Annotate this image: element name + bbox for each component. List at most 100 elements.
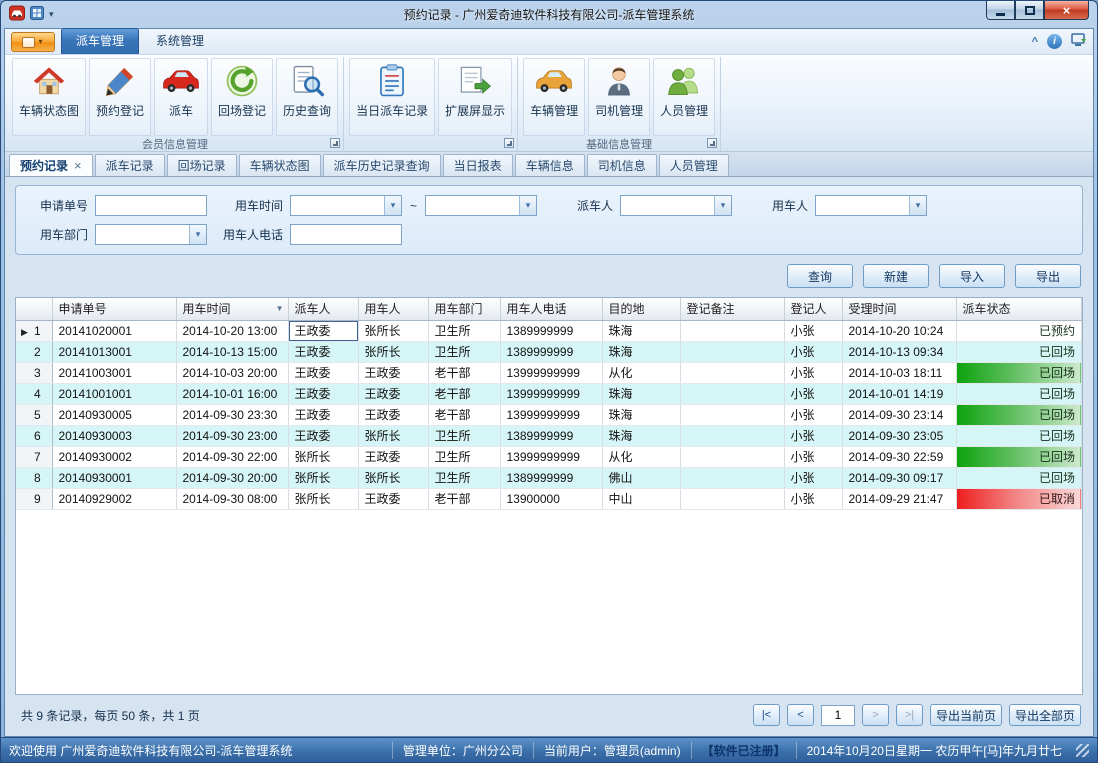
- ribbon-button-vehicle-status-chart[interactable]: 车辆状态图: [12, 58, 86, 136]
- yellow-car-icon: [535, 63, 573, 99]
- dispatch-status-cell: 已回场: [956, 341, 1082, 362]
- app-menu-icon: [23, 38, 34, 47]
- app-menu-button[interactable]: ▾: [11, 32, 55, 52]
- doc-tab-dispatch-history-query[interactable]: 派车历史记录查询: [323, 154, 441, 176]
- chevron-down-icon[interactable]: ▾: [714, 196, 731, 215]
- prev-page-button[interactable]: <: [787, 704, 814, 726]
- column-header-use-time[interactable]: 用车时间▼: [176, 298, 288, 320]
- column-header-accept-time[interactable]: 受理时间: [842, 298, 956, 320]
- filter-user-phone-input[interactable]: [290, 224, 402, 245]
- quick-access-icon[interactable]: [30, 6, 44, 23]
- table-row[interactable]: ▶2201410130012014-10-13 15:00王政委张所长卫生所13…: [16, 341, 1082, 362]
- document-tab-bar: 预约记录×派车记录回场记录车辆状态图派车历史记录查询当日报表车辆信息司机信息人员…: [5, 152, 1093, 177]
- doc-tab-driver-info[interactable]: 司机信息: [587, 154, 657, 176]
- filter-use-time-from-combo[interactable]: ▾: [290, 195, 402, 216]
- row-indicator-cell: ▶6: [16, 425, 52, 446]
- minimize-button[interactable]: [986, 1, 1015, 20]
- dispatch-status-cell: 已回场: [956, 404, 1082, 425]
- quick-access-dropdown-icon[interactable]: ▾: [49, 9, 54, 20]
- ribbon-button-return-register[interactable]: 回场登记: [211, 58, 273, 136]
- help-icon[interactable]: i: [1047, 34, 1062, 49]
- dispatch-status-cell: 已回场: [956, 446, 1082, 467]
- row-indicator-cell: ▶9: [16, 488, 52, 509]
- doc-tab-return-records[interactable]: 回场记录: [167, 154, 237, 176]
- doc-tab-personnel-management[interactable]: 人员管理: [659, 154, 729, 176]
- export-all-pages-button[interactable]: 导出全部页: [1009, 704, 1081, 726]
- window-title: 预约记录 - 广州爱奇迪软件科技有限公司-派车管理系统: [1, 6, 1097, 23]
- close-button[interactable]: ×: [1044, 1, 1089, 20]
- chevron-down-icon[interactable]: ▾: [384, 196, 401, 215]
- table-row[interactable]: ▶3201410030012014-10-03 20:00王政委王政委老干部13…: [16, 362, 1082, 383]
- filter-dispatcher-combo[interactable]: ▾: [620, 195, 732, 216]
- group-dialog-launcher-icon[interactable]: [504, 138, 514, 148]
- dispatch-status-cell: 已回场: [956, 362, 1082, 383]
- extend-screen-icon: [456, 63, 494, 99]
- ribbon-button-reservation-register[interactable]: 预约登记: [89, 58, 151, 136]
- table-row[interactable]: ▶7201409300022014-09-30 22:00张所长王政委卫生所13…: [16, 446, 1082, 467]
- first-page-button[interactable]: |<: [753, 704, 780, 726]
- column-header-registrar[interactable]: 登记人: [784, 298, 842, 320]
- chevron-down-icon[interactable]: ▾: [519, 196, 536, 215]
- driver-icon: [600, 63, 638, 99]
- resize-grip-icon[interactable]: [1076, 744, 1089, 757]
- maximize-button[interactable]: [1015, 1, 1044, 20]
- filter-request-no-input[interactable]: [95, 195, 207, 216]
- row-indicator-cell: ▶5: [16, 404, 52, 425]
- query-button[interactable]: 查询: [787, 264, 853, 288]
- import-button[interactable]: 导入: [939, 264, 1005, 288]
- group-dialog-launcher-icon[interactable]: [330, 138, 340, 148]
- page-number-input[interactable]: [821, 705, 855, 726]
- ribbon-button-driver-management[interactable]: 司机管理: [588, 58, 650, 136]
- ribbon-tab-dispatch-management[interactable]: 派车管理: [61, 28, 139, 54]
- column-header-dispatch-status[interactable]: 派车状态: [956, 298, 1082, 320]
- ribbon-button-dispatch[interactable]: 派车: [154, 58, 208, 136]
- table-row[interactable]: ▶8201409300012014-09-30 20:00张所长张所长卫生所13…: [16, 467, 1082, 488]
- table-row[interactable]: ▶6201409300032014-09-30 23:00王政委张所长卫生所13…: [16, 425, 1082, 446]
- current-user-text: 当前用户：管理员(admin): [533, 742, 691, 759]
- ribbon-button-personnel-management[interactable]: 人员管理: [653, 58, 715, 136]
- ribbon-button-extend-screen-display[interactable]: 扩展屏显示: [438, 58, 512, 136]
- next-page-button[interactable]: >: [862, 704, 889, 726]
- column-header-register-remark[interactable]: 登记备注: [680, 298, 784, 320]
- table-row[interactable]: ▶5201409300052014-09-30 23:30王政委王政委老干部13…: [16, 404, 1082, 425]
- group-dialog-launcher-icon[interactable]: [707, 138, 717, 148]
- filter-use-time-to-combo[interactable]: ▾: [425, 195, 537, 216]
- export-button[interactable]: 导出: [1015, 264, 1081, 288]
- column-header-request-no[interactable]: 申请单号: [52, 298, 176, 320]
- column-header-destination[interactable]: 目的地: [602, 298, 680, 320]
- style-selector-icon[interactable]: [1071, 33, 1087, 50]
- column-header-department[interactable]: 用车部门: [428, 298, 500, 320]
- close-tab-icon[interactable]: ×: [74, 158, 82, 173]
- chevron-down-icon[interactable]: ▾: [189, 225, 206, 244]
- filter-car-user-combo[interactable]: ▾: [815, 195, 927, 216]
- ribbon-button-today-dispatch-records[interactable]: 当日派车记录: [349, 58, 435, 136]
- row-indicator-cell: ▶2: [16, 341, 52, 362]
- dispatch-status-cell: 已取消: [956, 488, 1082, 509]
- ribbon-group-daily-records: 当日派车记录扩展屏显示: [344, 57, 518, 151]
- last-page-button[interactable]: >|: [896, 704, 923, 726]
- column-header-dispatcher[interactable]: 派车人: [288, 298, 358, 320]
- doc-tab-vehicle-info[interactable]: 车辆信息: [515, 154, 585, 176]
- people-icon: [665, 63, 703, 99]
- column-header-car-user[interactable]: 用车人: [358, 298, 428, 320]
- dispatch-status-cell: 已回场: [956, 383, 1082, 404]
- collapse-ribbon-icon[interactable]: ^: [1032, 36, 1038, 48]
- doc-tab-dispatch-records[interactable]: 派车记录: [95, 154, 165, 176]
- ribbon-button-history-query[interactable]: 历史查询: [276, 58, 338, 136]
- export-current-page-button[interactable]: 导出当前页: [930, 704, 1002, 726]
- table-row[interactable]: ▶4201410010012014-10-01 16:00王政委王政委老干部13…: [16, 383, 1082, 404]
- column-filter-icon[interactable]: ▼: [276, 304, 284, 313]
- dispatch-status-cell: 已回场: [956, 425, 1082, 446]
- chevron-down-icon[interactable]: ▾: [909, 196, 926, 215]
- doc-tab-today-report[interactable]: 当日报表: [443, 154, 513, 176]
- table-row[interactable]: ▶9201409290022014-09-30 08:00张所长王政委老干部13…: [16, 488, 1082, 509]
- doc-tab-reservation-records[interactable]: 预约记录×: [9, 154, 93, 176]
- doc-tab-vehicle-status-chart[interactable]: 车辆状态图: [239, 154, 321, 176]
- ribbon-tab-system-management[interactable]: 系统管理: [141, 28, 219, 54]
- filter-department-combo[interactable]: ▾: [95, 224, 207, 245]
- ribbon-button-vehicle-management[interactable]: 车辆管理: [523, 58, 585, 136]
- table-row[interactable]: ▶1201410200012014-10-20 13:00王政委张所长卫生所13…: [16, 320, 1082, 341]
- create-button[interactable]: 新建: [863, 264, 929, 288]
- column-header-user-phone[interactable]: 用车人电话: [500, 298, 602, 320]
- registration-status-link[interactable]: 【软件已注册】: [691, 742, 796, 759]
